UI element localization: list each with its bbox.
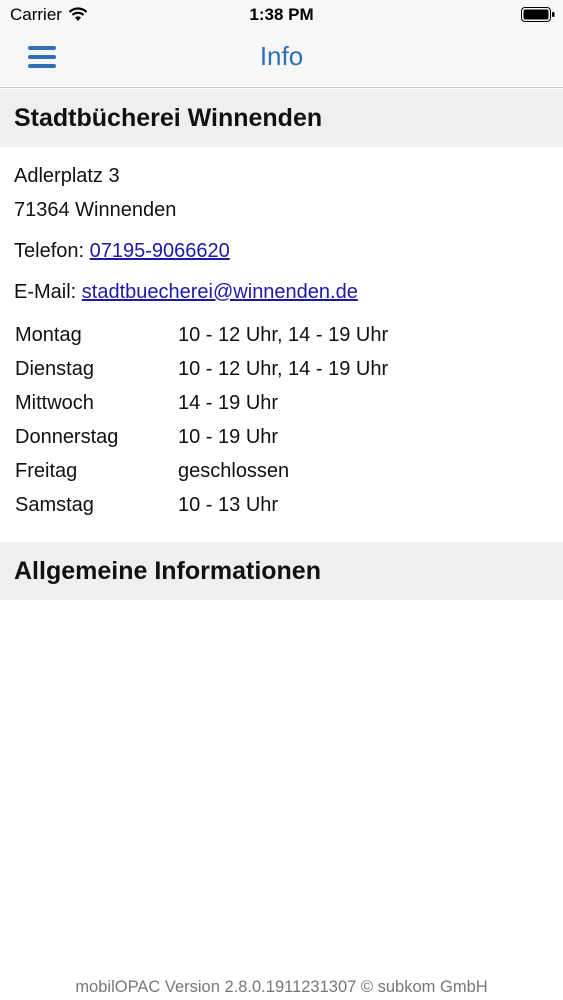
email-row: E-Mail: stadtbuecherei@winnenden.de: [14, 281, 358, 304]
version-footer: mobilOPAC Version 2.8.0.1911231307 © sub…: [75, 978, 488, 996]
hours-day: Samstag: [15, 493, 94, 516]
opening-hours-table: Montag 10 - 12 Uhr, 14 - 19 Uhr Dienstag…: [15, 318, 388, 522]
hours-day: Montag: [15, 323, 82, 346]
general-info-section-header[interactable]: Allgemeine Informationen: [0, 542, 563, 600]
hours-day: Freitag: [15, 459, 78, 482]
phone-label: Telefon:: [14, 240, 85, 262]
email-label: E-Mail:: [14, 281, 77, 303]
email-link[interactable]: stadtbuecherei@winnenden.de: [82, 281, 358, 303]
hours-time: 14 - 19 Uhr: [178, 391, 279, 414]
hours-row-montag: Montag 10 - 12 Uhr, 14 - 19 Uhr: [15, 318, 388, 352]
page-title: Info: [259, 41, 304, 71]
status-time: 1:38 PM: [249, 5, 314, 24]
hours-time: 10 - 12 Uhr, 14 - 19 Uhr: [178, 323, 389, 346]
hours-row-dienstag: Dienstag 10 - 12 Uhr, 14 - 19 Uhr: [15, 352, 388, 386]
library-name: Stadtbücherei Winnenden: [14, 104, 323, 132]
hours-day: Donnerstag: [15, 425, 119, 448]
hours-time: 10 - 19 Uhr: [178, 425, 279, 448]
navigation-bar: Info: [0, 30, 563, 88]
hours-day: Mittwoch: [15, 391, 94, 414]
hours-row-mittwoch: Mittwoch 14 - 19 Uhr: [15, 386, 388, 420]
phone-link[interactable]: 07195-9066620: [90, 240, 230, 262]
library-section-header: Stadtbücherei Winnenden: [0, 89, 563, 147]
hours-time: geschlossen: [178, 459, 290, 482]
address-street: Adlerplatz 3: [14, 165, 120, 187]
hours-row-donnerstag: Donnerstag 10 - 19 Uhr: [15, 420, 388, 454]
hours-time: 10 - 12 Uhr, 14 - 19 Uhr: [178, 357, 389, 380]
status-bar: Carrier 1:38 PM: [0, 0, 563, 30]
address-city: 71364 Winnenden: [14, 199, 177, 221]
general-info-title: Allgemeine Informationen: [14, 557, 321, 585]
hours-row-samstag: Samstag 10 - 13 Uhr: [15, 488, 388, 522]
hours-time: 10 - 13 Uhr: [178, 493, 279, 516]
hours-row-freitag: Freitag geschlossen: [15, 454, 388, 488]
battery-icon: [521, 7, 555, 22]
hours-day: Dienstag: [15, 357, 94, 380]
phone-row: Telefon: 07195-9066620: [14, 240, 230, 263]
